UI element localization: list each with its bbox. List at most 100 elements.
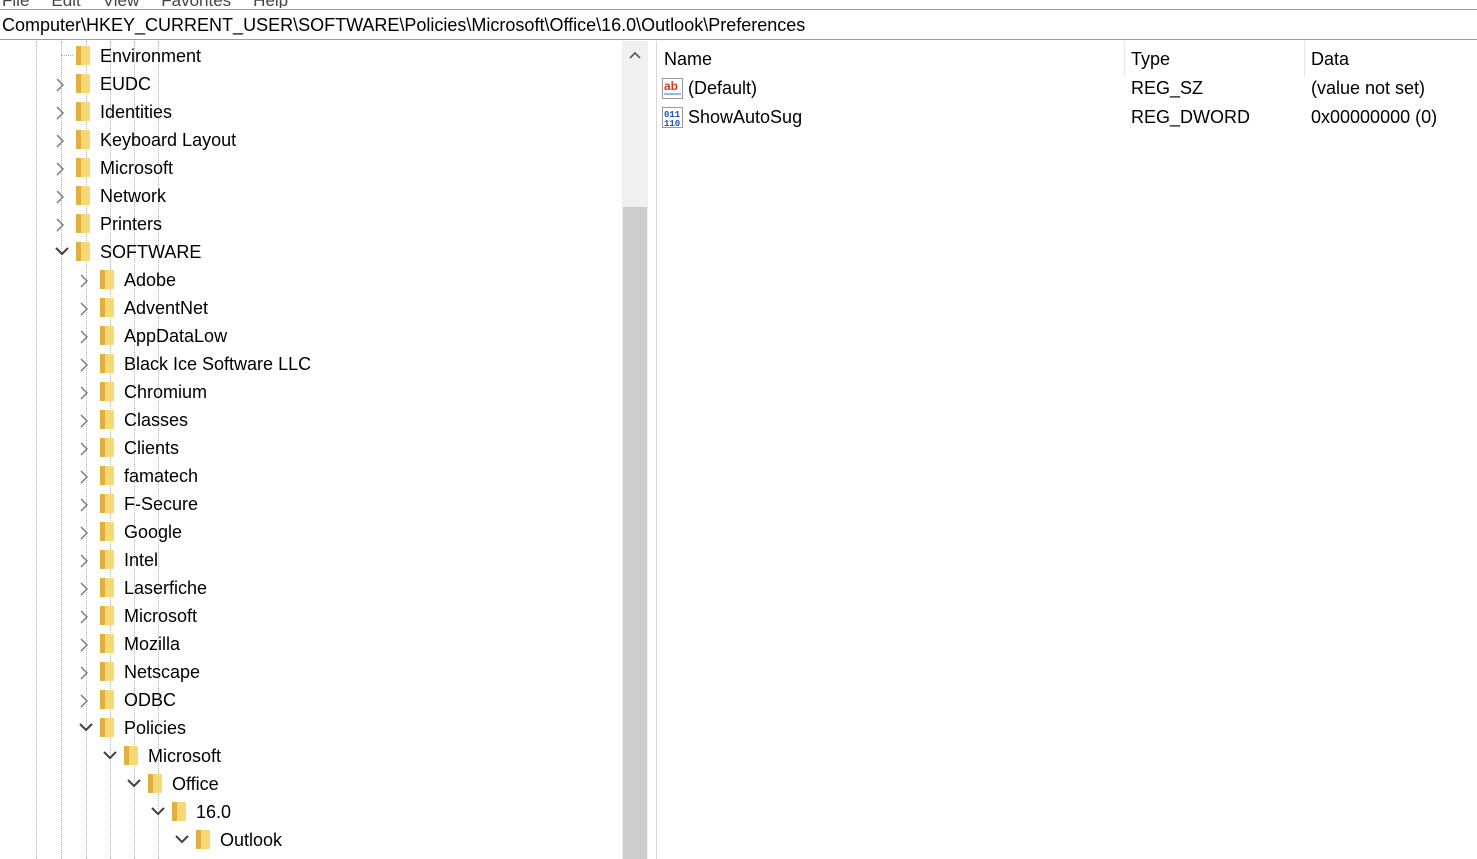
tree-node[interactable]: Laserfiche (0, 574, 622, 602)
value-name: (Default) (688, 78, 758, 98)
tree-node[interactable]: Netscape (0, 658, 622, 686)
tree-node[interactable]: SOFTWARE (0, 238, 622, 266)
folder-icon (196, 830, 212, 849)
chevron-down-icon[interactable] (148, 798, 168, 826)
tree-node[interactable]: F-Secure (0, 490, 622, 518)
chevron-right-icon[interactable] (76, 462, 96, 490)
tree-node[interactable]: Microsoft (0, 742, 622, 770)
tree-node[interactable]: Chromium (0, 378, 622, 406)
value-type: REG_SZ (1131, 78, 1204, 98)
chevron-down-icon[interactable] (172, 826, 192, 854)
folder-icon (100, 298, 116, 317)
folder-icon (76, 130, 92, 149)
tree-node[interactable]: ODBC (0, 686, 622, 714)
reg-binary-icon: 011 110 (662, 107, 683, 129)
menu-bar: File Edit View Favorites Help (0, 0, 1477, 8)
chevron-right-icon[interactable] (76, 630, 96, 658)
chevron-right-icon[interactable] (76, 294, 96, 322)
chevron-down-icon[interactable] (100, 742, 120, 770)
chevron-right-icon[interactable] (76, 434, 96, 462)
column-header-data[interactable]: Data (1304, 41, 1477, 77)
tree-node[interactable]: Microsoft (0, 154, 622, 182)
column-header-type[interactable]: Type (1124, 41, 1304, 77)
chevron-right-icon[interactable] (76, 602, 96, 630)
tree-node[interactable]: Outlook (0, 826, 622, 854)
chevron-right-icon[interactable] (76, 490, 96, 518)
chevron-up-icon (629, 51, 641, 59)
tree-node-label: Office (172, 774, 219, 794)
tree-node[interactable]: Clients (0, 434, 622, 462)
tree-node[interactable]: Network (0, 182, 622, 210)
menu-item[interactable]: Favorites (161, 0, 231, 8)
folder-icon (76, 186, 92, 205)
chevron-right-icon[interactable] (52, 154, 72, 182)
scroll-up-button[interactable] (622, 41, 648, 71)
folder-icon (100, 270, 116, 289)
menu-item[interactable]: File (2, 0, 29, 8)
tree-node-label: SOFTWARE (100, 242, 202, 262)
folder-icon (148, 774, 164, 793)
chevron-right-icon[interactable] (76, 266, 96, 294)
tree-node[interactable]: Environment (0, 42, 622, 70)
tree-node-label: AppDataLow (124, 326, 228, 346)
chevron-right-icon[interactable] (52, 126, 72, 154)
tree-node[interactable]: Adobe (0, 266, 622, 294)
chevron-down-icon[interactable] (52, 238, 72, 266)
address-bar[interactable]: Computer\HKEY_CURRENT_USER\SOFTWARE\Poli… (0, 9, 1477, 40)
value-row[interactable]: ab (Default) REG_SZ (value not set) (657, 74, 1477, 103)
chevron-right-icon[interactable] (76, 658, 96, 686)
chevron-right-icon[interactable] (52, 98, 72, 126)
chevron-right-icon[interactable] (76, 518, 96, 546)
tree-node[interactable]: Microsoft (0, 602, 622, 630)
chevron-right-icon[interactable] (76, 546, 96, 574)
tree-node[interactable]: Intel (0, 546, 622, 574)
tree-node[interactable]: Office (0, 770, 622, 798)
chevron-down-icon[interactable] (124, 770, 144, 798)
value-row[interactable]: 011 110 ShowAutoSug REG_DWORD 0x00000000 (0) (657, 103, 1477, 132)
svg-text:110: 110 (664, 119, 680, 128)
tree-node[interactable]: AppDataLow (0, 322, 622, 350)
menu-item[interactable]: Edit (51, 0, 80, 8)
folder-icon (100, 494, 116, 513)
chevron-right-icon[interactable] (76, 350, 96, 378)
tree-node-label: Clients (124, 438, 180, 458)
column-header-name[interactable]: Name (657, 41, 1124, 77)
value-data: (value not set) (1311, 78, 1426, 98)
tree-node[interactable]: Identities (0, 98, 622, 126)
chevron-right-icon[interactable] (52, 182, 72, 210)
scroll-thumb[interactable] (623, 207, 647, 859)
tree-node[interactable]: Mozilla (0, 630, 622, 658)
pane-splitter[interactable] (648, 41, 657, 859)
folder-icon (100, 466, 116, 485)
tree-node[interactable]: Google (0, 518, 622, 546)
chevron-down-icon[interactable] (76, 714, 96, 742)
tree-node[interactable]: EUDC (0, 70, 622, 98)
chevron-right-icon[interactable] (52, 210, 72, 238)
tree-node[interactable]: famatech (0, 462, 622, 490)
tree-node[interactable]: Classes (0, 406, 622, 434)
tree-node-label: Adobe (124, 270, 177, 290)
menu-item[interactable]: View (103, 0, 140, 8)
tree-node[interactable]: Policies (0, 714, 622, 742)
tree-node[interactable]: Keyboard Layout (0, 126, 622, 154)
tree-node-label: Environment (100, 46, 202, 66)
chevron-right-icon[interactable] (76, 574, 96, 602)
value-data: 0x00000000 (0) (1311, 107, 1438, 127)
chevron-right-icon[interactable] (76, 686, 96, 714)
menu-item[interactable]: Help (253, 0, 288, 8)
tree-node-label: Classes (124, 410, 189, 430)
tree-scrollbar[interactable] (622, 41, 648, 859)
tree-node[interactable]: 16.0 (0, 798, 622, 826)
folder-icon (76, 242, 92, 261)
tree-node[interactable]: Black Ice Software LLC (0, 350, 622, 378)
chevron-right-icon[interactable] (76, 406, 96, 434)
tree-node-label: Mozilla (124, 634, 181, 654)
chevron-right-icon[interactable] (52, 70, 72, 98)
tree-node-label: F-Secure (124, 494, 199, 514)
tree-node[interactable]: Printers (0, 210, 622, 238)
reg-string-icon: ab (662, 78, 683, 99)
chevron-right-icon[interactable] (76, 322, 96, 350)
chevron-right-icon[interactable] (76, 378, 96, 406)
tree-node[interactable]: AdventNet (0, 294, 622, 322)
tree-node-label: Keyboard Layout (100, 130, 237, 150)
